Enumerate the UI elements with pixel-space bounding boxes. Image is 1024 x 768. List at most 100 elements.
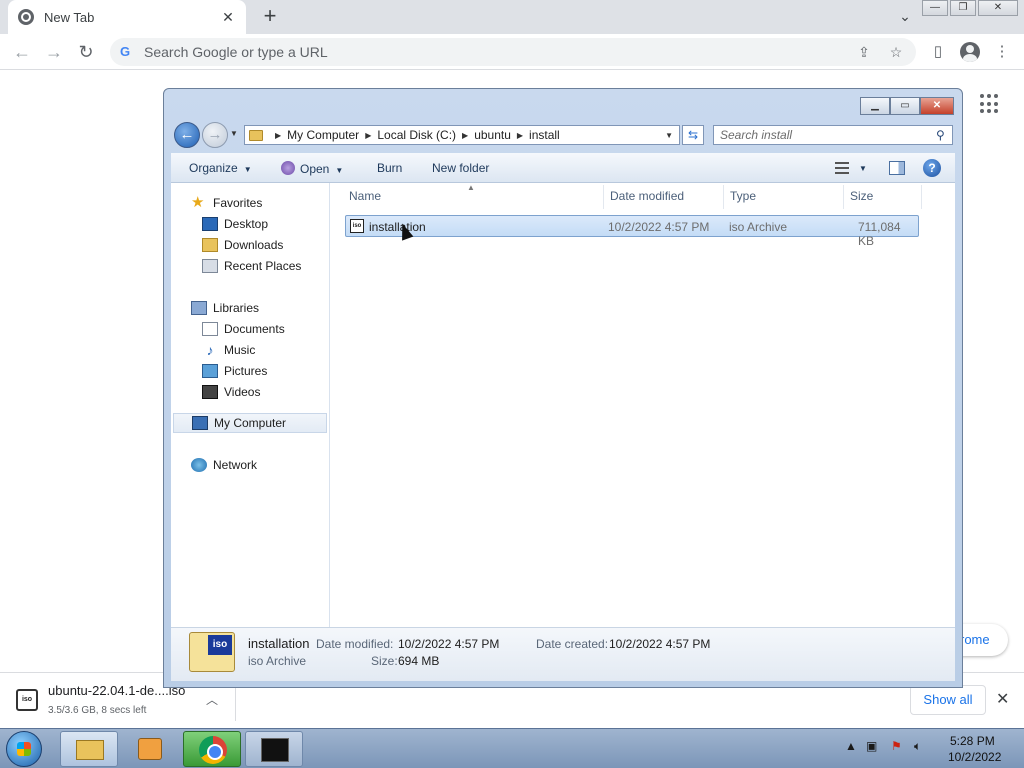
refresh-icon[interactable]: ⇆	[682, 125, 704, 145]
explorer-back-button[interactable]: ←	[174, 122, 200, 148]
address-bar[interactable]: ▶ My Computer ▶ Local Disk (C:) ▶ ubuntu…	[244, 125, 680, 145]
nav-pictures[interactable]: Pictures	[171, 361, 329, 381]
address-dropdown-icon[interactable]: ▼	[665, 131, 673, 140]
column-header-size[interactable]: Size	[850, 189, 873, 203]
omnibox[interactable]: G Search Google or type a URL ⇪ ☆	[110, 38, 916, 66]
taskbar-explorer-button[interactable]	[60, 731, 118, 767]
recent-pages-dropdown-icon[interactable]: ▼	[230, 129, 238, 138]
new-tab-button[interactable]: +	[258, 4, 282, 28]
search-install-input[interactable]: Search install ⚲	[713, 125, 953, 145]
breadcrumb-ubuntu[interactable]: ubuntu	[474, 128, 511, 142]
file-row-installation[interactable]: iso installation 10/2/2022 4:57 PM iso A…	[345, 215, 919, 248]
iso-archive-large-icon: iso	[189, 632, 235, 672]
chrome-menu-icon[interactable]: ⋮	[992, 42, 1012, 62]
profile-button[interactable]	[960, 42, 980, 62]
breadcrumb-separator-icon[interactable]: ▶	[365, 131, 371, 140]
show-hidden-icons-chevron-icon[interactable]: ▲	[845, 739, 857, 753]
nav-my-computer[interactable]: My Computer	[173, 413, 327, 433]
side-panel-icon[interactable]: ▯	[928, 42, 948, 62]
show-all-button[interactable]: Show all	[910, 685, 986, 715]
help-icon[interactable]: ?	[923, 159, 941, 177]
tab-search-chevron-icon[interactable]: ⌄	[896, 8, 914, 26]
details-date-modified-label: Date modified:	[316, 637, 394, 651]
organize-button[interactable]: Organize ▼	[189, 161, 252, 175]
pictures-icon	[202, 364, 218, 378]
column-header-name[interactable]: Name	[349, 189, 381, 203]
nav-network[interactable]: Network	[171, 455, 329, 475]
taskbar-chrome-button[interactable]	[183, 731, 241, 767]
bookmark-star-icon[interactable]: ☆	[884, 44, 908, 61]
network-tray-icon[interactable]: ▣	[866, 739, 877, 753]
breadcrumb-local-disk[interactable]: Local Disk (C:)	[377, 128, 456, 142]
tab-new-tab[interactable]: New Tab ✕	[8, 0, 246, 34]
nav-videos[interactable]: Videos	[171, 382, 329, 402]
chrome-icon	[199, 736, 227, 764]
minimize-button[interactable]: —	[922, 0, 948, 16]
nav-downloads[interactable]: Downloads	[171, 235, 329, 255]
nav-music[interactable]: ♪ Music	[171, 340, 329, 360]
documents-icon	[202, 322, 218, 336]
reload-icon[interactable]: ↻	[74, 40, 98, 64]
taskbar-cmd-button[interactable]	[245, 731, 303, 767]
chevron-up-icon[interactable]: ︿	[206, 691, 218, 708]
explorer-close-button[interactable]: ✕	[920, 97, 954, 115]
omnibox-input[interactable]: Search Google or type a URL	[144, 44, 852, 60]
breadcrumb-separator-icon[interactable]: ▶	[275, 131, 281, 140]
nav-label: Libraries	[213, 301, 260, 315]
burn-button[interactable]: Burn	[377, 161, 402, 175]
nav-label: Desktop	[224, 217, 269, 231]
open-button[interactable]: Open ▼	[281, 161, 343, 176]
nav-recent-places[interactable]: Recent Places	[171, 256, 329, 276]
column-divider[interactable]	[921, 185, 922, 209]
search-placeholder: Search install	[720, 128, 793, 142]
computer-icon	[192, 416, 208, 430]
preview-pane-icon[interactable]	[889, 161, 905, 175]
forward-arrow-icon[interactable]: →	[42, 40, 66, 64]
breadcrumb-separator-icon[interactable]: ▶	[517, 131, 523, 140]
volume-icon[interactable]: 🔈︎	[914, 739, 921, 754]
nav-desktop[interactable]: Desktop	[171, 214, 329, 234]
action-center-flag-icon[interactable]: ⚑	[891, 739, 902, 753]
new-folder-button[interactable]: New folder	[432, 161, 489, 175]
nav-label: My Computer	[214, 416, 287, 430]
column-divider[interactable]	[723, 185, 724, 209]
nav-label: Recent Places	[224, 259, 302, 273]
change-view-icon[interactable]	[835, 162, 849, 174]
breadcrumb-my-computer[interactable]: My Computer	[287, 128, 359, 142]
tab-close-icon[interactable]: ✕	[220, 9, 236, 26]
breadcrumb-separator-icon[interactable]: ▶	[462, 131, 468, 140]
close-window-button[interactable]: ✕	[978, 0, 1018, 16]
explorer-minimize-button[interactable]: ▁	[860, 97, 890, 115]
clock-time[interactable]: 5:28 PM	[950, 734, 995, 748]
column-divider[interactable]	[843, 185, 844, 209]
recent-places-icon	[202, 259, 218, 273]
view-options-chevron-icon[interactable]: ▼	[859, 164, 867, 173]
start-button[interactable]	[6, 731, 42, 767]
explorer-window: ▁ ▭ ✕ ← → ▼ ▶ My Computer ▶ Local Disk (…	[163, 88, 963, 688]
downloads-folder-icon	[202, 238, 218, 252]
close-icon[interactable]: ✕	[996, 689, 1009, 709]
details-size-label: Size:	[371, 654, 398, 668]
column-header-type[interactable]: Type	[730, 189, 756, 203]
nav-label: Favorites	[213, 196, 263, 210]
nav-libraries[interactable]: Libraries	[171, 298, 329, 318]
google-apps-icon[interactable]	[980, 94, 1000, 114]
details-date-created-label: Date created:	[536, 637, 609, 651]
details-date-created: 10/2/2022 4:57 PM	[609, 637, 711, 651]
search-icon[interactable]: ⚲	[936, 128, 952, 142]
nav-documents[interactable]: Documents	[171, 319, 329, 339]
restore-button[interactable]: ❐	[950, 0, 976, 16]
chrome-tab-strip: New Tab ✕ + ⌄ — ❐ ✕	[0, 0, 1024, 34]
explorer-forward-button[interactable]: →	[202, 122, 228, 148]
breadcrumb-install[interactable]: install	[529, 128, 560, 142]
column-divider[interactable]	[603, 185, 604, 209]
explorer-maximize-button[interactable]: ▭	[890, 97, 920, 115]
clock-date[interactable]: 10/2/2022	[948, 750, 1001, 764]
folder-icon	[249, 129, 263, 141]
nav-favorites[interactable]: ★ Favorites	[171, 193, 329, 213]
taskbar-media-player-button[interactable]	[121, 731, 179, 767]
back-arrow-icon[interactable]: ←	[10, 40, 34, 64]
chrome-favicon-icon	[18, 9, 34, 25]
column-header-date-modified[interactable]: Date modified	[610, 189, 684, 203]
share-icon[interactable]: ⇪	[852, 44, 876, 61]
